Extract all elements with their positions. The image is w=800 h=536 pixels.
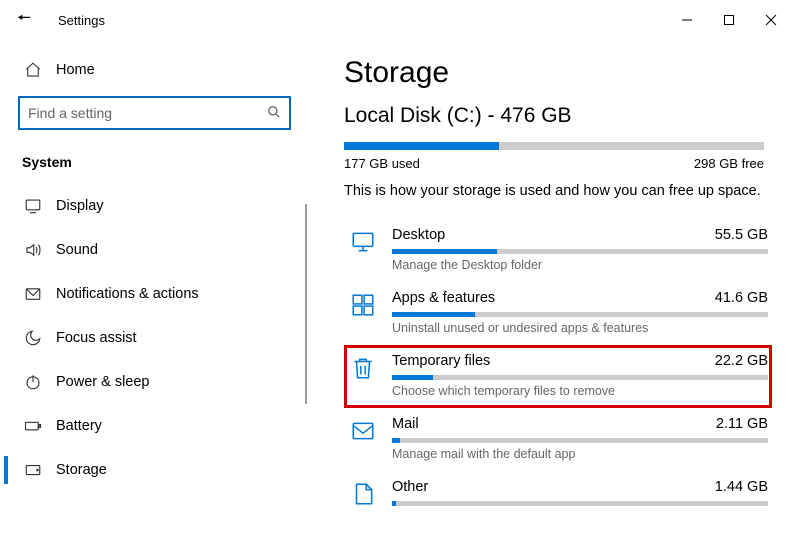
sidebar: Home System Display Sound (0, 40, 310, 536)
sidebar-item-label: Notifications & actions (56, 286, 199, 302)
category-name: Other (392, 479, 428, 495)
category-temporary-files[interactable]: Temporary files 22.2 GB Choose which tem… (344, 345, 772, 408)
display-icon (22, 197, 44, 215)
sidebar-item-label: Power & sleep (56, 374, 150, 390)
category-name: Temporary files (392, 353, 490, 369)
window-title: Settings (58, 13, 105, 28)
sidebar-item-notifications[interactable]: Notifications & actions (0, 272, 309, 316)
home-icon (22, 61, 44, 79)
category-size: 22.2 GB (715, 353, 768, 369)
sidebar-item-label: Sound (56, 242, 98, 258)
sidebar-item-power-sleep[interactable]: Power & sleep (0, 360, 309, 404)
sidebar-item-label: Focus assist (56, 330, 137, 346)
minimize-button[interactable] (666, 4, 708, 36)
battery-icon (22, 417, 44, 435)
category-subtitle: Choose which temporary files to remove (392, 384, 768, 398)
sidebar-item-label: Display (56, 198, 104, 214)
category-apps-features[interactable]: Apps & features 41.6 GB Uninstall unused… (344, 282, 772, 345)
disk-usage-bar (344, 142, 764, 150)
sidebar-scrollbar[interactable] (305, 204, 307, 404)
disk-usage-labels: 177 GB used 298 GB free (344, 156, 764, 171)
disk-used-label: 177 GB used (344, 156, 420, 171)
sound-icon (22, 241, 44, 259)
main-content: Storage Local Disk (C:) - 476 GB 177 GB … (310, 40, 800, 536)
storage-description: This is how your storage is used and how… (344, 183, 772, 199)
category-subtitle: Manage mail with the default app (392, 447, 768, 461)
category-size: 1.44 GB (715, 479, 768, 495)
search-icon (267, 105, 281, 122)
sidebar-item-label: Home (56, 62, 95, 78)
close-button[interactable] (750, 4, 792, 36)
sidebar-home[interactable]: Home (0, 48, 309, 92)
back-button[interactable]: 🠔 (8, 7, 40, 34)
search-field[interactable] (28, 105, 267, 121)
category-subtitle: Manage the Desktop folder (392, 258, 768, 272)
window-controls (666, 4, 792, 36)
sidebar-item-focus-assist[interactable]: Focus assist (0, 316, 309, 360)
sidebar-item-label: Storage (56, 462, 107, 478)
notifications-icon (22, 285, 44, 303)
storage-icon (22, 461, 44, 479)
titlebar: 🠔 Settings (0, 0, 800, 40)
desktop-icon (348, 227, 378, 257)
power-icon (22, 373, 44, 391)
apps-icon (348, 290, 378, 320)
category-name: Desktop (392, 227, 445, 243)
category-desktop[interactable]: Desktop 55.5 GB Manage the Desktop folde… (344, 219, 772, 282)
mail-icon (348, 416, 378, 446)
sidebar-item-display[interactable]: Display (0, 184, 309, 228)
category-other[interactable]: Other 1.44 GB (344, 471, 772, 520)
maximize-button[interactable] (708, 4, 750, 36)
disk-free-label: 298 GB free (694, 156, 764, 171)
sidebar-item-battery[interactable]: Battery (0, 404, 309, 448)
disk-title: Local Disk (C:) - 476 GB (344, 104, 772, 128)
sidebar-item-label: Battery (56, 418, 102, 434)
category-size: 2.11 GB (716, 416, 768, 432)
sidebar-item-sound[interactable]: Sound (0, 228, 309, 272)
category-mail[interactable]: Mail 2.11 GB Manage mail with the defaul… (344, 408, 772, 471)
category-size: 41.6 GB (715, 290, 768, 306)
page-title: Storage (344, 56, 772, 90)
sidebar-item-storage[interactable]: Storage (0, 448, 309, 492)
search-input[interactable] (18, 96, 291, 130)
trash-icon (348, 353, 378, 383)
category-name: Mail (392, 416, 419, 432)
category-size: 55.5 GB (715, 227, 768, 243)
category-name: Apps & features (392, 290, 495, 306)
focus-assist-icon (22, 329, 44, 347)
other-icon (348, 479, 378, 509)
category-subtitle: Uninstall unused or undesired apps & fea… (392, 321, 768, 335)
disk-usage-fill (344, 142, 499, 150)
sidebar-section-system: System (0, 140, 309, 184)
